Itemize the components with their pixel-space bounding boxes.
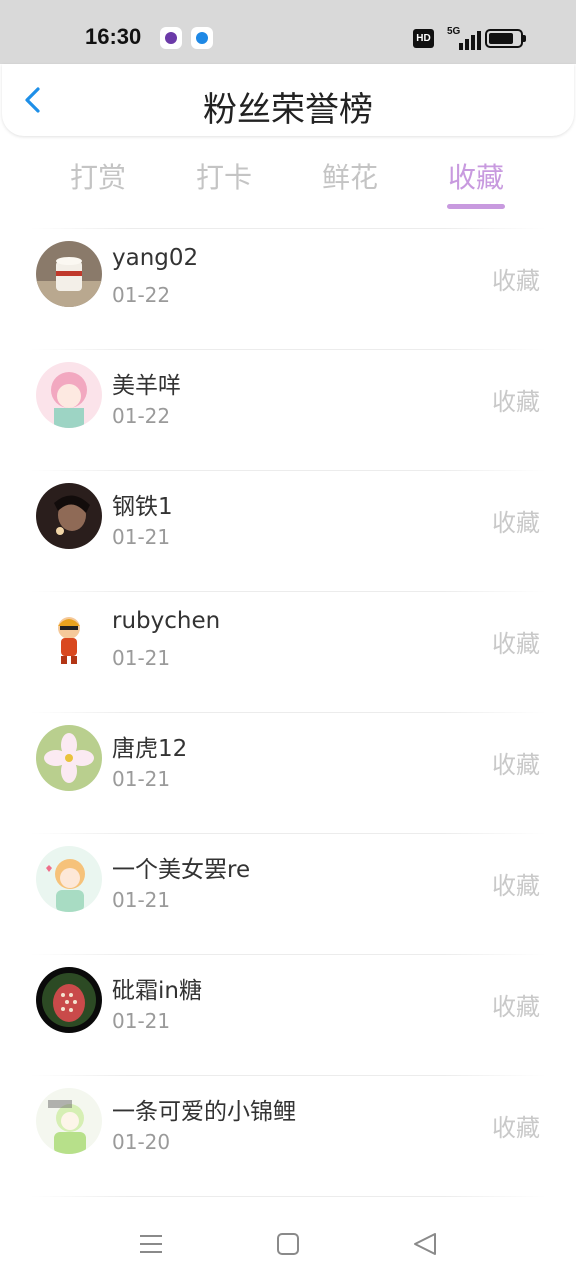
action-label[interactable]: 收藏 xyxy=(492,987,540,1022)
home-icon xyxy=(277,1233,299,1255)
menu-icon xyxy=(140,1235,162,1253)
avatar xyxy=(36,967,102,1033)
avatar xyxy=(36,362,102,428)
status-time: 16:30 xyxy=(85,24,142,49)
user-name: 一个美女罢re xyxy=(112,857,251,883)
action-label[interactable]: 收藏 xyxy=(492,382,540,417)
menu-button[interactable] xyxy=(130,1224,170,1264)
user-date: 01-20 xyxy=(112,1130,171,1154)
back-icon xyxy=(414,1233,436,1255)
app-notification-icon xyxy=(160,27,182,49)
user-name: 美羊咩 xyxy=(112,373,181,399)
signal-label: 5G xyxy=(447,26,461,37)
user-name: 一条可爱的小锦鲤 xyxy=(112,1099,296,1125)
home-button[interactable] xyxy=(268,1224,308,1264)
user-date: 01-22 xyxy=(112,283,171,307)
system-back-button[interactable] xyxy=(404,1224,444,1264)
tab-bar: 打赏 打卡 鲜花 收藏 xyxy=(0,150,576,214)
header: 粉丝荣誉榜 xyxy=(2,64,574,136)
list-item[interactable]: yang02 01-22 收藏 xyxy=(0,228,576,349)
user-name: yang02 xyxy=(112,245,199,271)
list-item[interactable]: 一条可爱的小锦鲤 01-20 收藏 xyxy=(0,1075,576,1196)
avatar xyxy=(36,604,102,670)
avatar xyxy=(36,725,102,791)
user-name: 唐虎12 xyxy=(112,736,188,762)
list-divider xyxy=(0,1196,576,1197)
battery-icon xyxy=(485,29,526,48)
avatar xyxy=(36,1088,102,1154)
list-item[interactable]: 唐虎12 01-21 收藏 xyxy=(0,712,576,833)
list-item[interactable]: rubychen 01-21 收藏 xyxy=(0,591,576,712)
status-bar: 16:30 HD 5G xyxy=(0,0,576,64)
action-label[interactable]: 收藏 xyxy=(492,261,540,296)
app-notification-icon xyxy=(191,27,213,49)
user-date: 01-22 xyxy=(112,404,171,428)
list-item[interactable]: 一个美女罢re 01-21 收藏 xyxy=(0,833,576,954)
avatar xyxy=(36,241,102,307)
user-name: rubychen xyxy=(112,608,221,634)
action-label[interactable]: 收藏 xyxy=(492,503,540,538)
avatar xyxy=(36,483,102,549)
signal-icon: 5G xyxy=(443,26,481,50)
active-tab-indicator xyxy=(447,204,505,209)
user-name: 砒霜in糖 xyxy=(112,978,202,1004)
user-date: 01-21 xyxy=(112,767,171,791)
list-item[interactable]: 美羊咩 01-22 收藏 xyxy=(0,349,576,470)
user-date: 01-21 xyxy=(112,888,171,912)
tab-favorites[interactable]: 收藏 xyxy=(431,156,521,196)
system-nav-bar xyxy=(0,1200,576,1280)
user-date: 01-21 xyxy=(112,525,171,549)
user-name: 钢铁1 xyxy=(112,494,173,520)
user-date: 01-21 xyxy=(112,1009,171,1033)
action-label[interactable]: 收藏 xyxy=(492,624,540,659)
hd-icon: HD xyxy=(413,29,434,48)
action-label[interactable]: 收藏 xyxy=(492,866,540,901)
tab-flowers[interactable]: 鲜花 xyxy=(305,156,395,196)
action-label[interactable]: 收藏 xyxy=(492,1108,540,1143)
tab-reward[interactable]: 打赏 xyxy=(53,156,143,196)
action-label[interactable]: 收藏 xyxy=(492,745,540,780)
user-date: 01-21 xyxy=(112,646,171,670)
list-item[interactable]: 砒霜in糖 01-21 收藏 xyxy=(0,954,576,1075)
avatar xyxy=(36,846,102,912)
list-item[interactable]: 钢铁1 01-21 收藏 xyxy=(0,470,576,591)
page-title: 粉丝荣誉榜 xyxy=(203,90,373,130)
tab-checkin[interactable]: 打卡 xyxy=(179,156,269,196)
